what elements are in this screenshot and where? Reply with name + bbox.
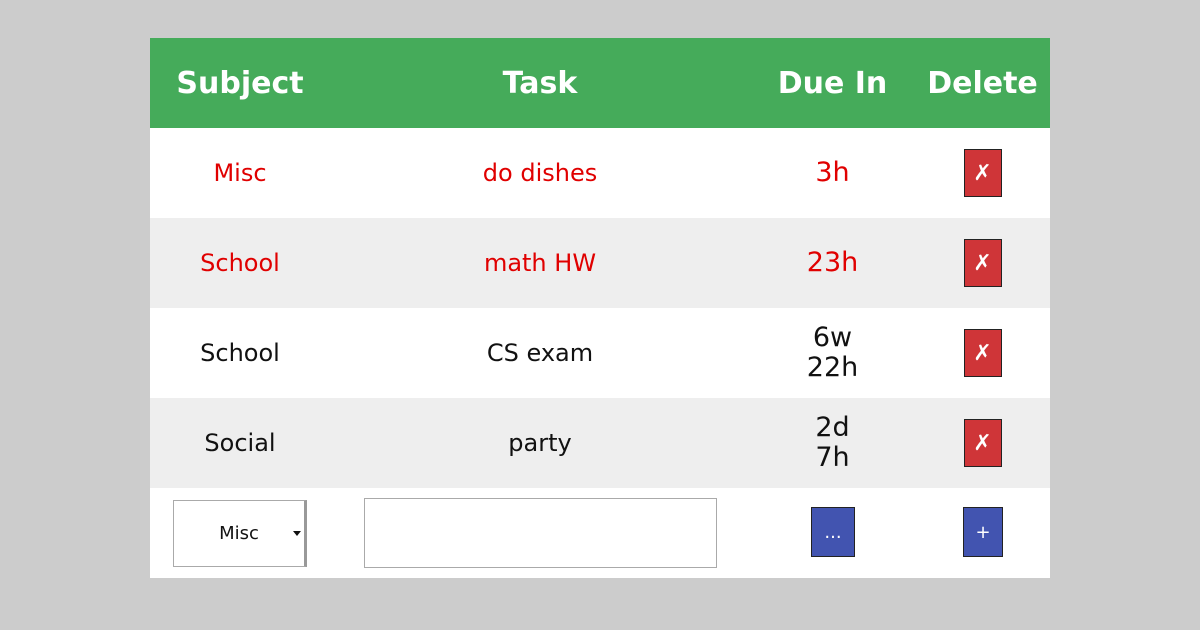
row-due-in: 2d 7h — [770, 398, 895, 488]
row-delete-cell: ✗ — [925, 218, 1040, 308]
row-task: do dishes — [482, 159, 598, 187]
row-delete-cell: ✗ — [925, 308, 1040, 398]
row-due-in: 6w 22h — [770, 308, 895, 398]
row-delete-cell: ✗ — [925, 128, 1040, 218]
delete-button[interactable]: ✗ — [963, 149, 1002, 197]
delete-button[interactable]: ✗ — [963, 329, 1002, 377]
dropdown-arrow-icon — [293, 531, 301, 536]
row-delete-cell: ✗ — [925, 398, 1040, 488]
add-task-button[interactable]: + — [963, 507, 1003, 557]
new-task-row: Misc ... + — [150, 488, 1050, 578]
header-delete: Delete — [927, 65, 1038, 101]
table-row: Misc do dishes 3h ✗ — [150, 128, 1050, 218]
subject-select-value: Misc — [219, 523, 259, 544]
row-due-line1: 3h — [815, 157, 850, 188]
row-task: math HW — [483, 249, 597, 277]
row-due-in: 3h — [770, 128, 895, 218]
row-subject: Social — [204, 429, 276, 457]
table-header: Subject Task Due In Delete — [150, 38, 1050, 128]
table-row: School CS exam 6w 22h ✗ — [150, 308, 1050, 398]
row-due-in: 23h — [770, 218, 895, 308]
table-row: Social party 2d 7h ✗ — [150, 398, 1050, 488]
header-task: Task — [502, 65, 578, 101]
task-input[interactable] — [364, 498, 717, 568]
header-subject: Subject — [176, 65, 304, 101]
row-due-line2: 7h — [815, 442, 850, 473]
row-subject: Misc — [213, 159, 267, 187]
row-task: CS exam — [486, 339, 594, 367]
due-date-picker-button[interactable]: ... — [811, 507, 855, 557]
row-due-line1: 2d — [815, 412, 850, 443]
row-subject: School — [200, 249, 280, 277]
header-due-in: Due In — [777, 65, 888, 101]
row-subject: School — [200, 339, 280, 367]
row-due-line1: 23h — [806, 247, 859, 278]
subject-select[interactable]: Misc — [173, 500, 307, 567]
row-due-line1: 6w — [812, 322, 853, 353]
row-task: party — [508, 429, 572, 457]
delete-button[interactable]: ✗ — [963, 419, 1002, 467]
delete-button[interactable]: ✗ — [963, 239, 1002, 287]
row-due-line2: 22h — [806, 352, 859, 383]
todo-table: Subject Task Due In Delete Misc do dishe… — [150, 38, 1050, 578]
table-row: School math HW 23h ✗ — [150, 218, 1050, 308]
